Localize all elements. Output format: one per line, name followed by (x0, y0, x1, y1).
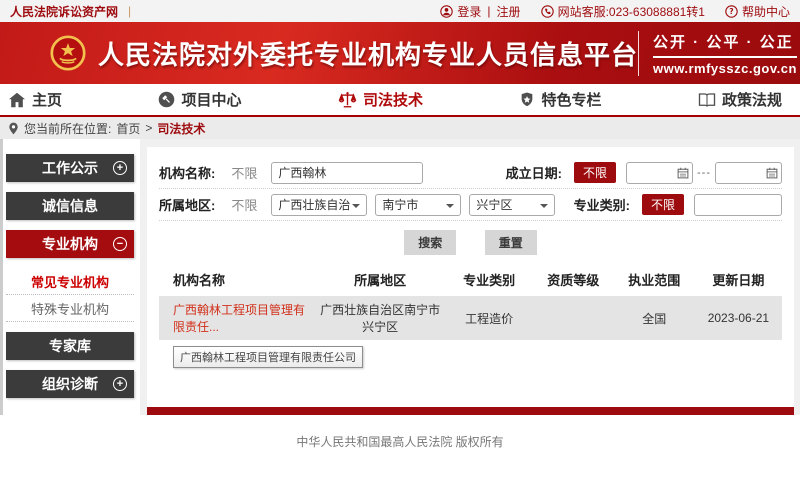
category-unlimited-button[interactable]: 不限 (642, 194, 684, 215)
user-icon (440, 5, 453, 18)
org-detail-link[interactable]: 广西翰林工程项目管理有限责任... (173, 303, 305, 334)
help-center-link[interactable]: ? 帮助中心 (725, 3, 790, 20)
established-unlimited-button[interactable]: 不限 (574, 162, 616, 183)
calendar-icon (766, 167, 778, 179)
banner-slogan-block: 公开 · 公平 · 公正 www.rmfysszc.gov.cn (638, 31, 797, 76)
breadcrumb-prefix: 您当前所在位置: (24, 120, 111, 137)
sister-site-link[interactable]: 人民法院诉讼资产网 (10, 3, 118, 20)
badge-star-icon (519, 91, 535, 108)
topbar-divider: | (128, 4, 131, 18)
table-row: 广西翰林工程项目管理有限责任... 广西壮族自治区南宁市兴宁区 工程造价 全国 … (159, 296, 782, 340)
cell-region: 广西壮族自治区南宁市兴宁区 (315, 296, 446, 340)
filter-actions: 搜索 重置 (159, 221, 782, 263)
col-region: 所属地区 (315, 263, 446, 296)
filter-row-org-name: 机构名称: 不限 成立日期: 不限 --- (159, 157, 782, 189)
question-icon: ? (725, 5, 738, 18)
footer: 中华人民共和国最高人民法院 版权所有 (0, 415, 800, 468)
site-url: www.rmfysszc.gov.cn (653, 61, 797, 76)
content-area: 机构名称: 不限 成立日期: 不限 --- 所属地区: (140, 139, 800, 415)
sidebar-item-work-publicity[interactable]: 工作公示 (6, 154, 134, 182)
col-updated: 更新日期 (695, 263, 782, 296)
login-link[interactable]: 登录 (440, 3, 481, 20)
sidebar-submenu: 常见专业机构 特殊专业机构 (6, 268, 134, 322)
sidebar-item-org-diagnosis[interactable]: 组织诊断 (6, 370, 134, 398)
site-banner: 人民法院对外委托专业机构专业人员信息平台 公开 · 公平 · 公正 www.rm… (0, 22, 800, 84)
org-name-tooltip: 广西翰林工程项目管理有限责任公司 (173, 346, 363, 368)
cell-category: 工程造价 (446, 296, 533, 340)
col-category: 专业类别 (446, 263, 533, 296)
category-label: 专业类别: (574, 195, 630, 214)
minus-circle-icon (113, 237, 127, 251)
nav-judicial-tech[interactable]: 司法技术 (338, 89, 423, 110)
phone-icon (541, 5, 554, 18)
sidebar-item-professional-org[interactable]: 专业机构 (6, 230, 134, 258)
province-select[interactable]: 广西壮族自治 (271, 194, 367, 216)
nav-special-column[interactable]: 特色专栏 (519, 89, 601, 110)
sidebar-subitem-common-org[interactable]: 常见专业机构 (6, 268, 134, 295)
org-name-unlimited[interactable]: 不限 (231, 163, 257, 182)
breadcrumb: 您当前所在位置: 首页 > 司法技术 (0, 117, 800, 139)
org-name-input[interactable] (271, 162, 423, 184)
col-qualification: 资质等级 (533, 263, 614, 296)
region-unlimited[interactable]: 不限 (231, 195, 257, 214)
home-icon (8, 92, 26, 108)
breadcrumb-separator: > (145, 121, 152, 135)
category-input[interactable] (694, 194, 782, 216)
plus-circle-icon (113, 161, 127, 175)
court-emblem-icon (50, 35, 86, 71)
filter-row-region: 所属地区: 不限 广西壮族自治 南宁市 兴宁区 专业类别: 不限 (159, 189, 782, 221)
login-register-sep: | (487, 4, 490, 18)
region-label: 所属地区: (159, 195, 215, 214)
book-icon (698, 92, 716, 108)
nav-home[interactable]: 主页 (8, 89, 62, 110)
main-nav: 主页 项目中心 司法技术 特色专栏 政策法规 (0, 84, 800, 117)
customer-service[interactable]: 网站客服:023-63088881转1 (541, 3, 705, 20)
sidebar-item-expert-pool[interactable]: 专家库 (6, 332, 134, 360)
col-org-name: 机构名称 (159, 263, 315, 296)
org-name-label: 机构名称: (159, 163, 215, 182)
gavel-icon (158, 91, 175, 108)
cell-updated: 2023-06-21 (695, 296, 782, 340)
reset-button[interactable]: 重置 (485, 230, 537, 255)
cell-scope: 全国 (614, 296, 695, 340)
nav-project-center[interactable]: 项目中心 (158, 89, 241, 110)
sidebar-item-integrity-info[interactable]: 诚信信息 (6, 192, 134, 220)
calendar-icon (677, 167, 689, 179)
register-link[interactable]: 注册 (497, 3, 521, 20)
col-scope: 执业范围 (614, 263, 695, 296)
date-range-separator: --- (697, 167, 711, 179)
results-table: 机构名称 所属地区 专业类别 资质等级 执业范围 更新日期 广西翰林工程项目管理… (159, 263, 782, 340)
copyright-text: 中华人民共和国最高人民法院 版权所有 (296, 433, 503, 450)
plus-circle-icon (113, 377, 127, 391)
slogan: 公开 · 公平 · 公正 (653, 31, 797, 58)
district-select[interactable]: 兴宁区 (469, 194, 555, 216)
svg-text:?: ? (729, 7, 733, 16)
location-pin-icon (8, 122, 19, 135)
search-panel: 机构名称: 不限 成立日期: 不限 --- 所属地区: (147, 147, 794, 415)
top-utility-bar: 人民法院诉讼资产网 | 登录 | 注册 网站客服:023-63088881转1 … (0, 0, 800, 22)
site-title: 人民法院对外委托专业机构专业人员信息平台 (98, 35, 638, 72)
cell-qualification (533, 296, 614, 340)
sidebar: 工作公示 诚信信息 专业机构 常见专业机构 特殊专业机构 专家库 组织诊断 (3, 139, 140, 415)
established-date-label: 成立日期: (506, 163, 562, 182)
search-button[interactable]: 搜索 (404, 230, 456, 255)
breadcrumb-home-link[interactable]: 首页 (116, 120, 140, 137)
breadcrumb-current: 司法技术 (157, 120, 205, 137)
date-to-input[interactable] (715, 162, 782, 184)
sidebar-subitem-special-org[interactable]: 特殊专业机构 (6, 295, 134, 322)
scales-icon (338, 91, 357, 109)
city-select[interactable]: 南宁市 (375, 194, 461, 216)
table-header-row: 机构名称 所属地区 专业类别 资质等级 执业范围 更新日期 (159, 263, 782, 296)
nav-policy[interactable]: 政策法规 (698, 89, 782, 110)
date-from-input[interactable] (626, 162, 693, 184)
